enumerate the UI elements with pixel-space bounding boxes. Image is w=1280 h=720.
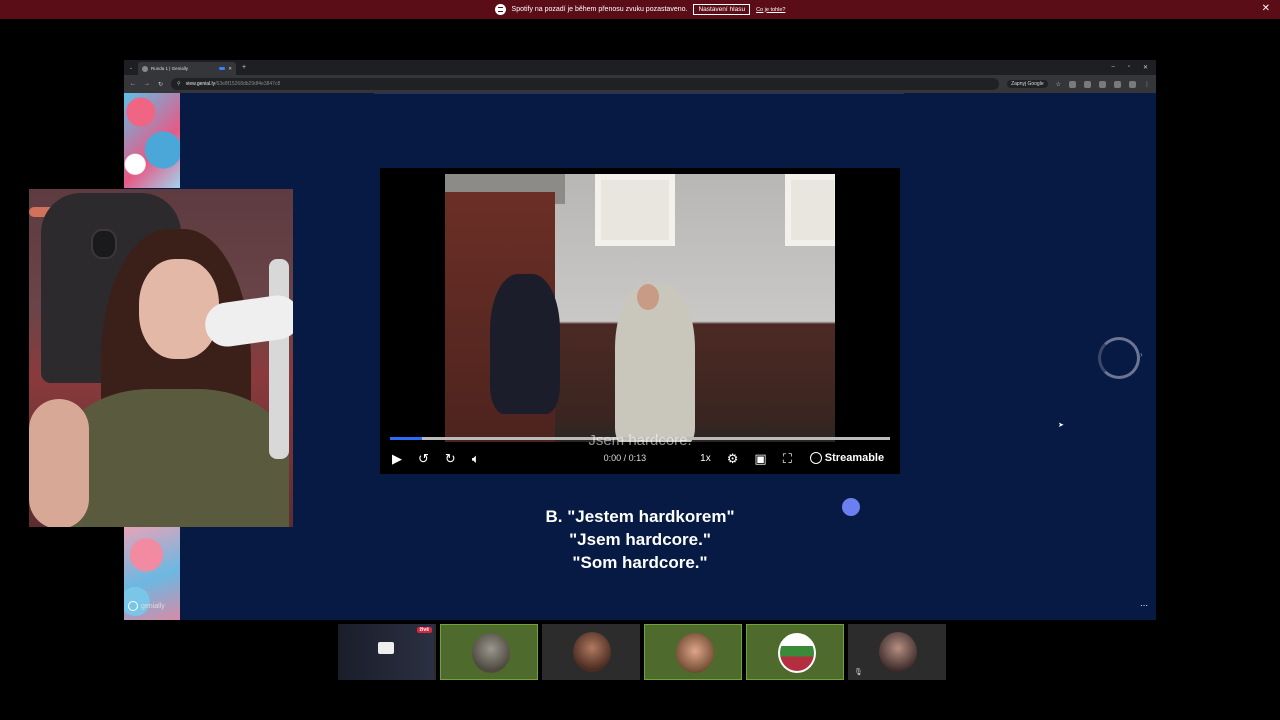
player-controls: ▶ ↺ ↻ 🔈︎ 0:00 / 0:13 1x ⚙ ▣ ⛶ Streamable: [380, 444, 900, 472]
participant-tile[interactable]: [542, 624, 640, 680]
participant-tile[interactable]: [440, 624, 538, 680]
chair-logo-icon: [91, 229, 117, 259]
play-icon[interactable]: ▶: [392, 452, 402, 465]
answer-line: B. "Jestem hardkorem": [545, 507, 735, 526]
forward-icon[interactable]: →: [144, 81, 150, 87]
address-bar: ← → ↻ ⚲ view.genial.ly/63e8f15268db29df4…: [124, 75, 1156, 93]
spotify-icon: [494, 4, 506, 15]
screen-share-icon: [378, 642, 394, 654]
window-close-icon[interactable]: ✕: [1143, 64, 1148, 71]
tab-bar: ⌄ Runda 1 | Genially ✕ + – ▫ ✕: [124, 60, 1156, 75]
tab-list-icon[interactable]: ⌄: [124, 65, 138, 71]
tab-close-icon[interactable]: ✕: [228, 66, 232, 72]
picture-in-picture-icon[interactable]: ▣: [754, 452, 766, 465]
answer-line: "Jsem hardcore.": [569, 530, 711, 549]
url-host: view.genial.ly: [185, 81, 216, 87]
divider: [374, 93, 904, 94]
video-scene: [490, 274, 560, 414]
voice-settings-button[interactable]: Nastavení hlasu: [693, 4, 751, 15]
participant-tile[interactable]: 🎙︎: [848, 624, 946, 680]
participant-tile[interactable]: [644, 624, 742, 680]
webcam-scene: [29, 399, 89, 527]
participants-strip: živě 🎙︎: [338, 624, 946, 680]
muted-mic-icon: 🎙︎: [854, 669, 863, 676]
streamable-link[interactable]: Streamable: [809, 452, 885, 464]
webcam-overlay: [29, 189, 293, 527]
next-slide-icon[interactable]: ›: [1140, 350, 1143, 359]
participant-tile-screenshare[interactable]: živě: [338, 624, 436, 680]
new-tab-icon[interactable]: +: [242, 64, 246, 71]
restore-icon[interactable]: ▫: [1128, 64, 1130, 71]
tab-genially[interactable]: Runda 1 | Genially ✕: [138, 62, 236, 75]
genially-logo-icon: [128, 601, 138, 611]
what-is-this-link[interactable]: Co je tohle?: [756, 7, 785, 13]
extension-icon[interactable]: [1084, 80, 1091, 88]
volume-icon[interactable]: 🔈︎: [472, 452, 480, 465]
decorative-art: [124, 93, 180, 188]
answer-line: "Som hardcore.": [572, 553, 708, 572]
more-options-icon[interactable]: ⋯: [1140, 601, 1148, 610]
loading-spinner-icon: [1098, 337, 1140, 379]
google-signin-button[interactable]: Zapnyj Google: [1007, 80, 1048, 88]
participant-tile[interactable]: [746, 624, 844, 680]
menu-kebab-icon[interactable]: ⋮: [1144, 81, 1150, 88]
favicon-icon: [142, 65, 148, 72]
settings-gear-icon[interactable]: ⚙: [727, 452, 739, 465]
video-scene: [637, 284, 659, 310]
bookmark-star-icon[interactable]: ☆: [1056, 81, 1061, 88]
streamable-label: Streamable: [824, 452, 885, 464]
mouse-pointer-icon: ➤: [1058, 422, 1064, 429]
avatar: [472, 633, 510, 673]
minimize-icon[interactable]: –: [1111, 64, 1114, 71]
url-path: /63e8f15268db29df4e3847c8: [215, 81, 281, 87]
close-icon[interactable]: ✕: [1262, 3, 1270, 14]
back-icon[interactable]: ←: [130, 81, 136, 87]
avatar: [879, 632, 917, 672]
webcam-scene: [269, 259, 289, 459]
speed-button[interactable]: 1x: [700, 453, 711, 464]
extensions-puzzle-icon[interactable]: [1099, 80, 1106, 88]
media-icon[interactable]: [1114, 80, 1121, 88]
video-scene: [615, 284, 695, 442]
extension-icon[interactable]: [1069, 80, 1076, 88]
forward-icon[interactable]: ↻: [445, 452, 456, 465]
webcam-scene: [139, 259, 219, 359]
audio-indicator-icon: [219, 67, 226, 70]
rewind-icon[interactable]: ↺: [418, 452, 429, 465]
interactive-hotspot[interactable]: [842, 498, 860, 516]
avatar: [676, 633, 714, 673]
window-controls: – ▫ ✕: [1111, 64, 1156, 71]
video-player[interactable]: Jsem hardcore. ▶ ↺ ↻ 🔈︎ 0:00 / 0:13 1x ⚙…: [380, 168, 900, 474]
url-field[interactable]: ⚲ view.genial.ly/63e8f15268db29df4e3847c…: [171, 78, 1000, 90]
genially-brand[interactable]: genially: [128, 601, 165, 611]
avatar: [778, 633, 816, 673]
genially-brand-label: genially: [141, 602, 165, 610]
reload-icon[interactable]: ↻: [158, 81, 163, 88]
answer-text: B. "Jestem hardkorem" "Jsem hardcore." "…: [490, 505, 790, 574]
notification-bar: Spotify na pozadí je během přenosu zvuku…: [0, 0, 1280, 19]
live-badge: živě: [416, 627, 432, 633]
avatar: [573, 632, 611, 672]
profile-avatar-icon[interactable]: [1129, 80, 1136, 88]
video-scene: [785, 174, 835, 246]
site-info-icon[interactable]: ⚲: [177, 81, 181, 87]
fullscreen-icon[interactable]: ⛶: [783, 452, 792, 465]
notification-message: Spotify na pozadí je během přenosu zvuku…: [511, 6, 688, 13]
webcam-scene: [59, 389, 289, 527]
tab-title: Runda 1 | Genially: [151, 66, 188, 71]
video-frame[interactable]: [445, 174, 835, 442]
video-scene: [595, 174, 675, 246]
streamable-logo-icon: [809, 452, 822, 464]
time-display: 0:00 / 0:13: [603, 453, 647, 463]
